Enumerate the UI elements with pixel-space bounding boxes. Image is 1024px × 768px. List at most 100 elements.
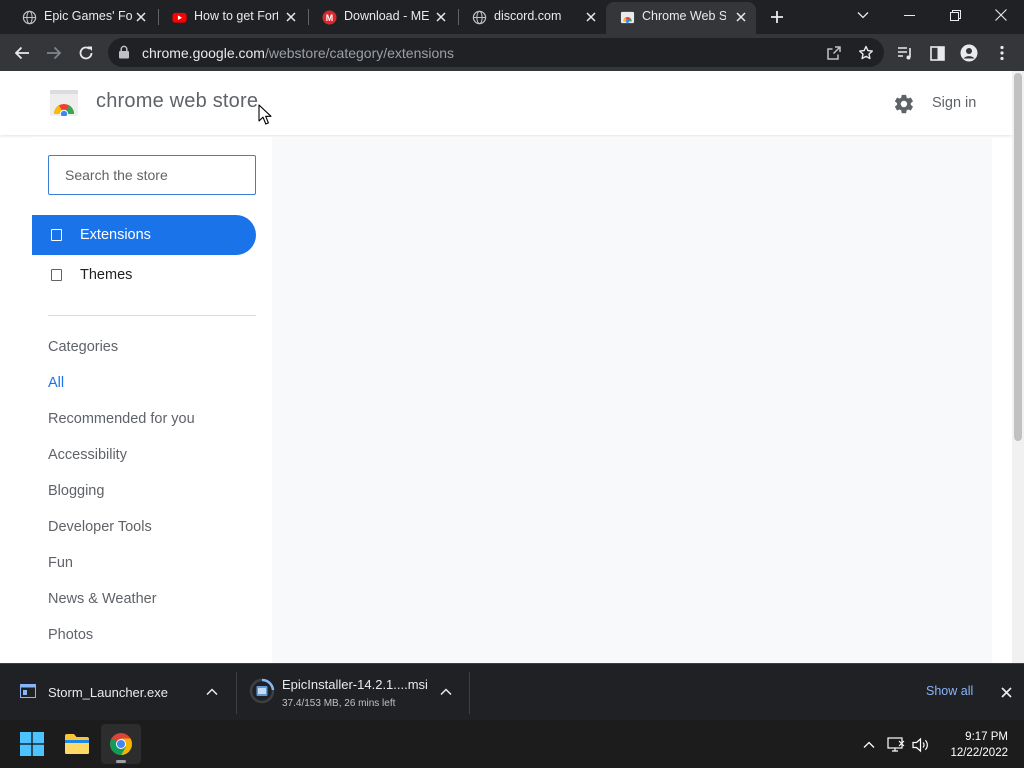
profile-icon: [960, 44, 978, 62]
new-tab-button[interactable]: [766, 6, 788, 28]
media-controls-button[interactable]: [892, 40, 918, 66]
back-button[interactable]: [9, 40, 35, 66]
category-fun[interactable]: Fun: [48, 555, 73, 571]
chevron-up-icon[interactable]: [206, 688, 218, 696]
file-explorer-button[interactable]: [57, 724, 97, 764]
globe-icon: [472, 10, 487, 25]
tab-title: How to get Fortnite: [194, 9, 278, 23]
side-panel-button[interactable]: [924, 40, 950, 66]
tab-youtube[interactable]: How to get Fortnite: [158, 2, 306, 32]
address-bar[interactable]: chrome.google.com/webstore/category/exte…: [108, 38, 884, 67]
plus-icon: [771, 11, 783, 23]
folder-icon: [65, 734, 89, 754]
nav-item-label: Extensions: [80, 227, 151, 243]
page-scrollbar[interactable]: [1012, 71, 1024, 663]
arrow-left-icon: [14, 46, 29, 60]
bookmark-button[interactable]: [856, 43, 876, 63]
tab-discord[interactable]: discord.com: [458, 2, 606, 32]
close-window-button[interactable]: [978, 0, 1024, 30]
system-clock[interactable]: 9:17 PM 12/22/2022: [938, 729, 1008, 761]
settings-button[interactable]: [891, 91, 917, 117]
chrome-menu-button[interactable]: [989, 40, 1015, 66]
side-panel-icon: [929, 45, 945, 61]
tab-mega[interactable]: M Download - MEGA: [308, 2, 456, 32]
network-icon: [887, 737, 905, 752]
category-all[interactable]: All: [48, 375, 64, 391]
nav-item-themes[interactable]: Themes: [32, 255, 256, 295]
nav-item-extensions[interactable]: Extensions: [32, 215, 256, 255]
clock-time: 9:17 PM: [965, 731, 1008, 743]
sidebar-divider: [48, 315, 256, 316]
lock-icon[interactable]: [118, 45, 130, 59]
arrow-right-icon: [47, 46, 62, 60]
themes-icon: [51, 269, 62, 281]
url-host: chrome.google.com: [142, 45, 265, 61]
chrome-icon: [110, 733, 132, 755]
close-tab-icon[interactable]: [282, 8, 300, 26]
restore-button[interactable]: [932, 0, 978, 30]
start-button[interactable]: [12, 724, 52, 764]
store-title[interactable]: chrome web store: [96, 90, 258, 113]
category-accessibility[interactable]: Accessibility: [48, 447, 127, 463]
close-icon: [1000, 686, 1012, 698]
tab-epic-games[interactable]: Epic Games' Fortnite: [8, 2, 156, 32]
forward-button[interactable]: [41, 40, 67, 66]
close-tab-icon[interactable]: [432, 8, 450, 26]
search-input[interactable]: [48, 155, 256, 195]
running-indicator: [116, 760, 126, 763]
url-path: /webstore/category/extensions: [264, 45, 455, 61]
category-photos[interactable]: Photos: [48, 627, 93, 643]
category-blogging[interactable]: Blogging: [48, 483, 104, 499]
download-item[interactable]: EpicInstaller-14.2.1....msi 37.4/153 MB,…: [237, 664, 469, 721]
download-shelf: Storm_Launcher.exe EpicInstaller-14.2.1.…: [0, 663, 1024, 720]
url-text[interactable]: chrome.google.com/webstore/category/exte…: [142, 45, 454, 61]
download-status: 37.4/153 MB, 26 mins left: [282, 698, 396, 709]
close-tab-icon[interactable]: [582, 8, 600, 26]
store-header: chrome web store Sign in: [0, 71, 1012, 135]
profile-button[interactable]: [956, 40, 982, 66]
reload-icon: [79, 46, 93, 60]
close-download-shelf-button[interactable]: [996, 682, 1016, 702]
tab-title: Epic Games' Fortnite: [44, 9, 132, 23]
svg-text:M: M: [326, 13, 333, 23]
chevron-down-icon: [857, 12, 869, 19]
download-separator: [469, 672, 470, 714]
youtube-icon: [172, 12, 187, 23]
reload-button[interactable]: [73, 40, 99, 66]
speaker-icon: [912, 737, 928, 753]
chevron-up-icon[interactable]: [440, 688, 452, 696]
categories-heading: Categories: [48, 339, 119, 355]
close-icon: [995, 9, 1007, 21]
share-button[interactable]: [824, 43, 844, 63]
close-tab-icon[interactable]: [732, 8, 750, 26]
network-button[interactable]: [885, 734, 907, 756]
chrome-web-store-icon: [620, 11, 635, 24]
volume-button[interactable]: [910, 734, 932, 756]
category-news-weather[interactable]: News & Weather: [48, 591, 157, 607]
category-recommended[interactable]: Recommended for you: [48, 411, 195, 427]
tab-title: Download - MEGA: [344, 9, 430, 23]
nav-item-label: Themes: [80, 267, 133, 283]
extensions-content-area: [272, 137, 992, 663]
web-page: chrome web store Sign in Extensions Them…: [0, 71, 1012, 663]
close-tab-icon[interactable]: [132, 8, 150, 26]
scrollbar-thumb[interactable]: [1014, 73, 1022, 441]
sign-in-link[interactable]: Sign in: [932, 95, 976, 111]
tab-search-button[interactable]: [840, 0, 886, 30]
download-filename: Storm_Launcher.exe: [48, 685, 168, 700]
show-hidden-icons-button[interactable]: [858, 734, 880, 756]
minimize-icon: [903, 14, 915, 16]
star-icon: [859, 45, 873, 60]
tab-strip: Epic Games' Fortnite How to get Fortnite…: [0, 0, 1024, 34]
download-item[interactable]: Storm_Launcher.exe: [0, 664, 236, 721]
minimize-button[interactable]: [886, 0, 932, 30]
category-developer-tools[interactable]: Developer Tools: [48, 519, 152, 535]
restore-icon: [949, 9, 961, 21]
tab-chrome-web-store[interactable]: Chrome Web Store: [606, 2, 756, 34]
globe-icon: [22, 10, 37, 25]
chrome-taskbar-button[interactable]: [101, 724, 141, 764]
chrome-web-store-logo[interactable]: [50, 90, 78, 116]
extensions-icon: [51, 229, 62, 241]
tab-title: discord.com: [494, 9, 562, 23]
show-all-downloads-link[interactable]: Show all: [926, 684, 973, 698]
